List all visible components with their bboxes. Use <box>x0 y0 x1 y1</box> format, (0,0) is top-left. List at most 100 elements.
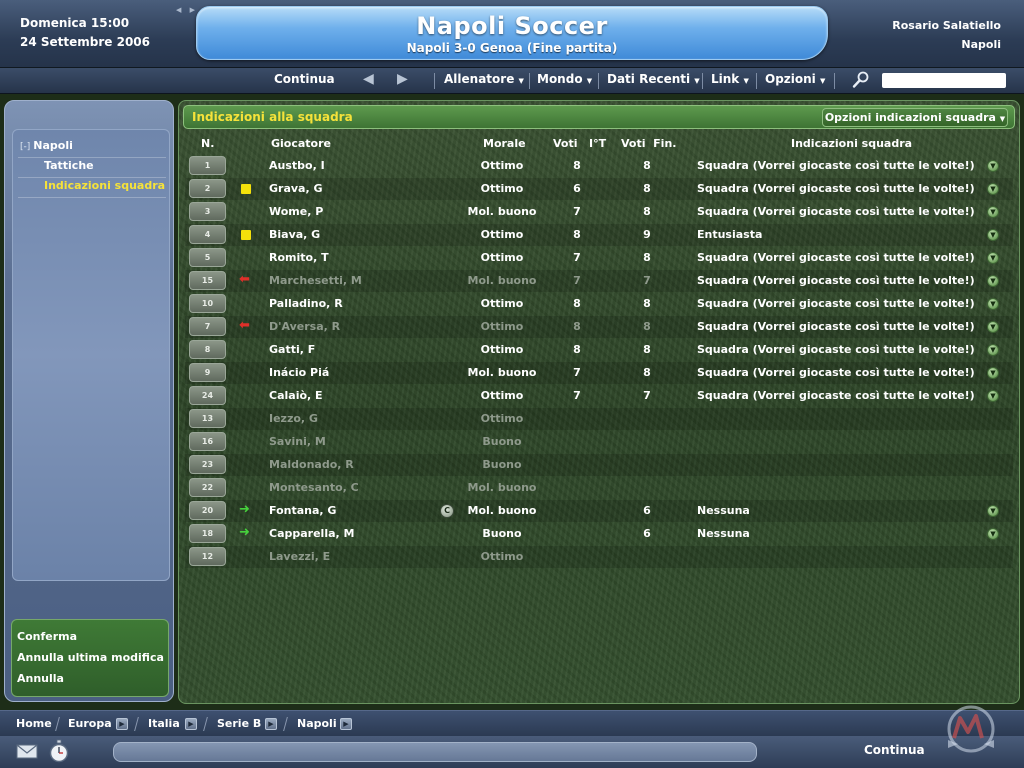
breadcrumb-serie-b[interactable]: Serie B <box>217 717 261 730</box>
player-name[interactable]: Palladino, R <box>269 297 343 310</box>
team-instruction[interactable]: Squadra (Vorrei giocaste così tutte le v… <box>697 366 975 379</box>
table-row[interactable]: 13 Iezzo, G Ottimo <box>185 408 1013 430</box>
continue-button[interactable]: Continua <box>274 72 335 86</box>
squad-instructions-options-button[interactable]: Opzioni indicazioni squadra ▼ <box>822 108 1008 127</box>
col-header-rating-final[interactable]: Voti Fin. <box>621 137 676 150</box>
player-name[interactable]: Gatti, F <box>269 343 315 356</box>
player-name[interactable]: Iezzo, G <box>269 412 318 425</box>
player-name[interactable]: Fontana, G <box>269 504 336 517</box>
table-row[interactable]: 12 Lavezzi, E Ottimo <box>185 546 1013 568</box>
col-header-instructions[interactable]: Indicazioni squadra <box>791 137 912 150</box>
team-instruction[interactable]: Squadra (Vorrei giocaste così tutte le v… <box>697 159 975 172</box>
search-input[interactable] <box>882 73 1006 88</box>
instruction-dropdown-icon[interactable]: ▼ <box>987 528 999 540</box>
squad-number-badge[interactable]: 1 <box>189 156 226 175</box>
col-header-number[interactable]: N. <box>201 137 214 150</box>
squad-number-badge[interactable]: 23 <box>189 455 226 474</box>
team-instruction[interactable]: Nessuna <box>697 527 750 540</box>
squad-number-badge[interactable]: 5 <box>189 248 226 267</box>
table-row[interactable]: 9 Inácio Piá Mol. buono 7 8 Squadra (Vorrei g… <box>185 362 1013 384</box>
instruction-dropdown-icon[interactable]: ▼ <box>987 160 999 172</box>
instruction-dropdown-icon[interactable]: ▼ <box>987 505 999 517</box>
team-instruction[interactable]: Squadra (Vorrei giocaste così tutte le v… <box>697 343 975 356</box>
instruction-dropdown-icon[interactable]: ▼ <box>987 183 999 195</box>
squad-number-badge[interactable]: 20 <box>189 501 226 520</box>
player-name[interactable]: Maldonado, R <box>269 458 354 471</box>
squad-number-badge[interactable]: 9 <box>189 363 226 382</box>
squad-number-badge[interactable]: 12 <box>189 547 226 566</box>
menu-link[interactable]: Link ▼ <box>711 72 749 86</box>
instruction-dropdown-icon[interactable]: ▼ <box>987 321 999 333</box>
chevron-right-icon[interactable]: ▶ <box>116 718 128 730</box>
squad-number-badge[interactable]: 3 <box>189 202 226 221</box>
table-row[interactable]: 5 Romito, T Ottimo 7 8 Squadra (Vorrei giocas… <box>185 247 1013 269</box>
menu-opzioni[interactable]: Opzioni ▼ <box>765 72 825 86</box>
team-instruction[interactable]: Squadra (Vorrei giocaste così tutte le v… <box>697 297 975 310</box>
table-row[interactable]: 24 Calaiò, E Ottimo 7 7 Squadra (Vorrei gioca… <box>185 385 1013 407</box>
player-name[interactable]: Biava, G <box>269 228 320 241</box>
col-header-morale[interactable]: Morale <box>483 137 526 150</box>
col-header-player[interactable]: Giocatore <box>271 137 331 150</box>
undo-last-change-button[interactable]: Annulla ultima modifica <box>17 651 164 664</box>
forward-arrow-icon[interactable]: ▶ <box>397 71 408 87</box>
table-row[interactable]: 8 Gatti, F Ottimo 8 8 Squadra (Vorrei giocast… <box>185 339 1013 361</box>
instruction-dropdown-icon[interactable]: ▼ <box>987 298 999 310</box>
squad-number-badge[interactable]: 2 <box>189 179 226 198</box>
table-row[interactable]: 3 Wome, P Mol. buono 7 8 Squadra (Vorrei gioc… <box>185 201 1013 223</box>
mini-nav-arrows-icon[interactable]: ◀ ▶ <box>176 6 198 14</box>
instruction-dropdown-icon[interactable]: ▼ <box>987 390 999 402</box>
player-name[interactable]: Inácio Piá <box>269 366 329 379</box>
squad-number-badge[interactable]: 7 <box>189 317 226 336</box>
breadcrumb-home[interactable]: Home <box>16 717 52 730</box>
player-name[interactable]: Savini, M <box>269 435 326 448</box>
team-instruction[interactable]: Squadra (Vorrei giocaste così tutte le v… <box>697 389 975 402</box>
player-name[interactable]: Marchesetti, M <box>269 274 362 287</box>
chevron-right-icon[interactable]: ▶ <box>185 718 197 730</box>
squad-number-badge[interactable]: 24 <box>189 386 226 405</box>
breadcrumb-napoli[interactable]: Napoli <box>297 717 337 730</box>
team-instruction[interactable]: Entusiasta <box>697 228 762 241</box>
breadcrumb-italia[interactable]: Italia <box>148 717 180 730</box>
tree-root-napoli[interactable]: [-] Napoli <box>20 139 73 152</box>
squad-number-badge[interactable]: 13 <box>189 409 226 428</box>
team-instruction[interactable]: Squadra (Vorrei giocaste così tutte le v… <box>697 205 975 218</box>
table-row[interactable]: 7 ⬅ D'Aversa, R Ottimo 8 8 Squadra (Vorrei gio… <box>185 316 1013 338</box>
instruction-dropdown-icon[interactable]: ▼ <box>987 367 999 379</box>
table-row[interactable]: 10 Palladino, R Ottimo 8 8 Squadra (Vorrei gi… <box>185 293 1013 315</box>
table-row[interactable]: 20 ➜ Fontana, G C Mol. buono 6 Nessuna ▼ <box>185 500 1013 522</box>
back-arrow-icon[interactable]: ◀ <box>363 71 374 87</box>
player-name[interactable]: Austbo, I <box>269 159 325 172</box>
squad-number-badge[interactable]: 15 <box>189 271 226 290</box>
cancel-button[interactable]: Annulla <box>17 672 64 685</box>
breadcrumb-europa[interactable]: Europa <box>68 717 112 730</box>
stopwatch-icon[interactable] <box>48 739 70 763</box>
team-instruction[interactable]: Squadra (Vorrei giocaste così tutte le v… <box>697 274 975 287</box>
table-row[interactable]: 4 Biava, G Ottimo 8 9 Entusiasta ▼ <box>185 224 1013 246</box>
instruction-dropdown-icon[interactable]: ▼ <box>987 229 999 241</box>
bottom-continue-button[interactable]: Continua <box>864 743 925 757</box>
player-name[interactable]: Capparella, M <box>269 527 354 540</box>
player-name[interactable]: Wome, P <box>269 205 323 218</box>
player-name[interactable]: Lavezzi, E <box>269 550 330 563</box>
team-instruction[interactable]: Squadra (Vorrei giocaste così tutte le v… <box>697 320 975 333</box>
table-row[interactable]: 16 Savini, M Buono <box>185 431 1013 453</box>
table-row[interactable]: 22 Montesanto, C Mol. buono <box>185 477 1013 499</box>
player-name[interactable]: Romito, T <box>269 251 329 264</box>
squad-number-badge[interactable]: 18 <box>189 524 226 543</box>
sidebar-item-indicazioni-squadra[interactable]: Indicazioni squadra <box>44 179 165 192</box>
mail-icon[interactable] <box>16 742 38 760</box>
squad-number-badge[interactable]: 10 <box>189 294 226 313</box>
instruction-dropdown-icon[interactable]: ▼ <box>987 344 999 356</box>
collapse-toggle-icon[interactable]: [-] <box>20 142 30 152</box>
squad-number-badge[interactable]: 8 <box>189 340 226 359</box>
menu-dati-recenti[interactable]: Dati Recenti ▼ <box>607 72 700 86</box>
instruction-dropdown-icon[interactable]: ▼ <box>987 206 999 218</box>
sidebar-item-tattiche[interactable]: Tattiche <box>44 159 94 172</box>
team-instruction[interactable]: Squadra (Vorrei giocaste così tutte le v… <box>697 251 975 264</box>
chevron-right-icon[interactable]: ▶ <box>340 718 352 730</box>
player-name[interactable]: Calaiò, E <box>269 389 323 402</box>
instruction-dropdown-icon[interactable]: ▼ <box>987 252 999 264</box>
table-row[interactable]: 23 Maldonado, R Buono <box>185 454 1013 476</box>
instruction-dropdown-icon[interactable]: ▼ <box>987 275 999 287</box>
chevron-right-icon[interactable]: ▶ <box>265 718 277 730</box>
